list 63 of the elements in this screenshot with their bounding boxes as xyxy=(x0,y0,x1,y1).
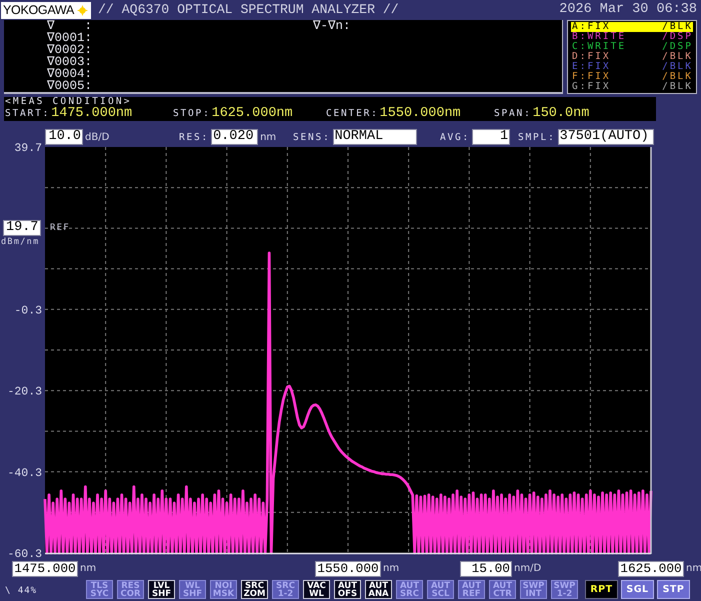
axis-value-field[interactable]: 1475.000 xyxy=(12,560,78,576)
marker-delta-label: ∇-∇n: xyxy=(313,20,352,32)
setting-field[interactable]: 0.020 xyxy=(211,129,258,145)
status-text: \ 44% xyxy=(4,585,38,597)
axis-label: -40.3 xyxy=(7,466,42,480)
axis-value-field[interactable]: 1550.000 xyxy=(315,560,381,576)
setting-field[interactable]: 37501(AUTO) xyxy=(558,129,654,145)
unit-label: nm xyxy=(686,563,701,574)
date-time: 2026 Mar 30 06:38 xyxy=(559,2,697,18)
condition-value: 150.0nm xyxy=(532,107,590,121)
axis-label: 39.7 xyxy=(14,142,42,155)
axis-value-field[interactable]: 1625.000 xyxy=(618,560,684,576)
sweep-button[interactable]: STP xyxy=(657,580,690,599)
scale-field[interactable]: 15.00 xyxy=(460,560,512,576)
panel-title: <MEAS CONDITION> xyxy=(5,97,133,107)
setting-label: SMPL: xyxy=(518,132,556,142)
condition-value: 1475.000nm xyxy=(51,107,132,121)
sweep-button[interactable]: RPT xyxy=(585,580,618,599)
condition-label: START: xyxy=(5,108,50,119)
trace-row[interactable]: D:FIX /BLK xyxy=(571,52,693,62)
trace-row[interactable]: F:FIX /BLK xyxy=(571,72,693,82)
setting-field[interactable]: NORMAL xyxy=(332,129,417,145)
soft-key[interactable]: VAC WL xyxy=(303,580,330,599)
reference-label: REF xyxy=(50,223,70,234)
unit-label: nm xyxy=(80,563,96,574)
reference-field[interactable]: 19.7 xyxy=(3,220,41,236)
logo-text: YOKOGAWA xyxy=(3,2,74,18)
marker-label: ∇0003: xyxy=(47,56,94,68)
unit-label: nm/D xyxy=(514,563,542,574)
unit-label: dB/D xyxy=(85,132,110,142)
trace-row[interactable]: E:FIX /BLK xyxy=(571,62,693,72)
unit-label: nm xyxy=(383,563,400,574)
condition-label: SPAN: xyxy=(494,108,532,119)
axis-label: -60.3 xyxy=(7,548,42,561)
soft-key[interactable]: AUT OFS xyxy=(334,580,361,599)
sweep-button[interactable]: SGL xyxy=(621,580,654,599)
marker-label: ∇0001: xyxy=(47,32,94,44)
trace-row[interactable]: C:WRITE /DSP xyxy=(571,42,693,52)
condition-value: 1625.000nm xyxy=(212,107,293,121)
condition-label: CENTER: xyxy=(326,108,379,119)
marker-label: ∇0002: xyxy=(47,44,94,56)
soft-key[interactable]: SRC ZOM xyxy=(241,580,268,599)
marker-label: ∇ : xyxy=(47,20,94,32)
setting-label: RES: xyxy=(179,132,210,142)
marker-label: ∇0004: xyxy=(47,68,94,80)
soft-key[interactable]: LVL SHF xyxy=(148,580,175,599)
axis-label: -0.3 xyxy=(14,304,42,318)
window-title: // AQ6370 OPTICAL SPECTRUM ANALYZER // xyxy=(98,2,399,18)
setting-field[interactable]: 1 xyxy=(472,129,510,145)
axis-label: -20.3 xyxy=(7,386,42,399)
unit-label: dBm/nm xyxy=(1,237,40,248)
sun-icon xyxy=(77,4,88,16)
condition-value: 1550.000nm xyxy=(380,107,461,121)
soft-key[interactable]: AUT ANA xyxy=(365,580,392,599)
trace-row[interactable]: G:FIX /BLK xyxy=(571,82,693,92)
setting-label: SENS: xyxy=(293,132,331,142)
condition-label: STOP: xyxy=(173,108,211,119)
unit-label: nm xyxy=(260,132,276,142)
trace-row[interactable]: A:FIX /BLK xyxy=(571,22,693,32)
setting-label: AVG: xyxy=(440,132,470,142)
setting-field[interactable]: 10.0 xyxy=(45,129,83,145)
marker-label: ∇0005: xyxy=(47,80,94,92)
trace-row[interactable]: B:WRITE /DSP xyxy=(571,32,693,42)
